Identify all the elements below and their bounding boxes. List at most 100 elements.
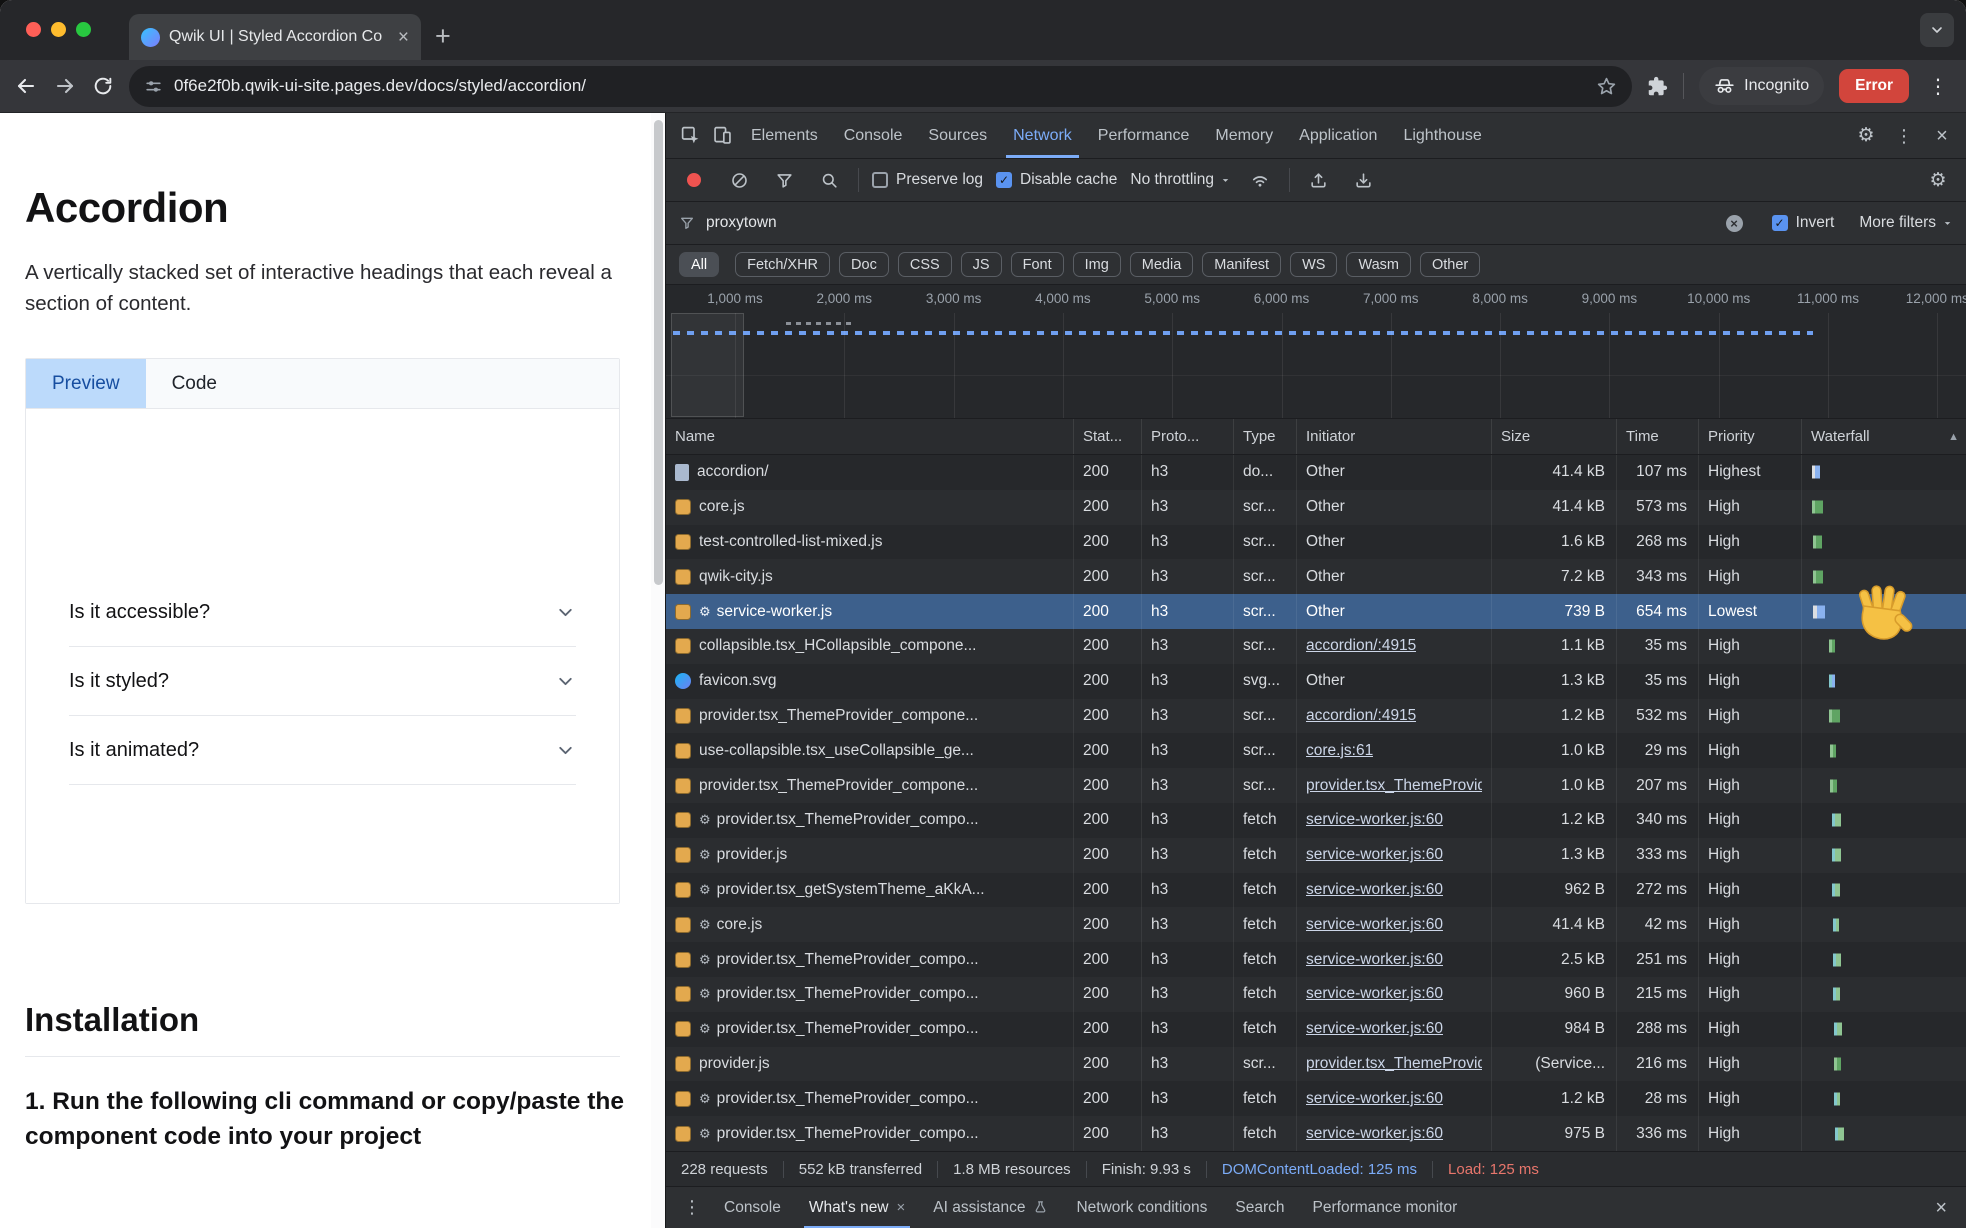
network-request-row[interactable]: ⚙provider.tsx_getSystemTheme_aKkA...200h… <box>666 873 1966 908</box>
checkbox-unchecked[interactable] <box>872 172 888 188</box>
filter-chip-ws[interactable]: WS <box>1290 252 1337 277</box>
network-request-row[interactable]: ⚙provider.tsx_ThemeProvider_compo...200h… <box>666 977 1966 1012</box>
invert-filter-checkbox[interactable]: ✓ Invert <box>1772 214 1835 232</box>
clear-network-log-icon[interactable] <box>723 164 755 196</box>
filter-chip-other[interactable]: Other <box>1420 252 1480 277</box>
filter-chip-css[interactable]: CSS <box>898 252 952 277</box>
drawer-more-kebab-icon[interactable]: ⋮ <box>674 1197 710 1218</box>
initiator-link[interactable]: service-worker.js:60 <box>1306 846 1443 864</box>
network-request-row[interactable]: provider.tsx_ThemeProvider_compone...200… <box>666 699 1966 734</box>
network-request-row[interactable]: provider.tsx_ThemeProvider_compone...200… <box>666 768 1966 803</box>
drawer-tab-close-icon[interactable]: × <box>897 1200 906 1215</box>
filter-chip-doc[interactable]: Doc <box>839 252 889 277</box>
devtools-settings-gear-icon[interactable]: ⚙ <box>1850 120 1882 152</box>
column-header-proto[interactable]: Proto... <box>1142 419 1234 454</box>
network-request-row[interactable]: ⚙provider.tsx_ThemeProvider_compo...200h… <box>666 803 1966 838</box>
network-request-row[interactable]: accordion/200h3do...Other41.4 kB107 msHi… <box>666 455 1966 490</box>
initiator-link[interactable]: provider.tsx_ThemeProvider_com... <box>1306 777 1482 795</box>
network-request-row[interactable]: core.js200h3scr...Other41.4 kB573 msHigh <box>666 490 1966 525</box>
filter-chip-manifest[interactable]: Manifest <box>1202 252 1281 277</box>
filter-chip-font[interactable]: Font <box>1011 252 1064 277</box>
reload-button[interactable] <box>92 75 114 97</box>
network-request-row[interactable]: use-collapsible.tsx_useCollapsible_ge...… <box>666 733 1966 768</box>
devtools-tab-lighthouse[interactable]: Lighthouse <box>1390 113 1494 158</box>
extensions-icon[interactable] <box>1647 76 1668 97</box>
accordion-item-trigger[interactable]: Is it animated? <box>69 716 576 785</box>
initiator-link[interactable]: service-worker.js:60 <box>1306 985 1443 1003</box>
network-request-row[interactable]: ⚙provider.tsx_ThemeProvider_compo...200h… <box>666 1116 1966 1151</box>
network-request-row[interactable]: provider.js200h3scr...provider.tsx_Theme… <box>666 1047 1966 1082</box>
network-request-row[interactable]: ⚙provider.js200h3fetchservice-worker.js:… <box>666 838 1966 873</box>
initiator-link[interactable]: accordion/:4915 <box>1306 707 1416 725</box>
bookmark-star-icon[interactable] <box>1596 76 1617 97</box>
devtools-tab-performance[interactable]: Performance <box>1085 113 1203 158</box>
timeline-selection[interactable] <box>671 313 744 417</box>
devtools-menu-kebab-icon[interactable]: ⋮ <box>1888 120 1920 152</box>
column-header-size[interactable]: Size <box>1492 419 1617 454</box>
devtools-tab-sources[interactable]: Sources <box>915 113 1000 158</box>
column-header-time[interactable]: Time <box>1617 419 1699 454</box>
filter-chip-wasm[interactable]: Wasm <box>1346 252 1411 277</box>
initiator-link[interactable]: service-worker.js:60 <box>1306 811 1443 829</box>
column-header-type[interactable]: Type <box>1234 419 1297 454</box>
initiator-link[interactable]: core.js:61 <box>1306 742 1373 760</box>
network-request-row[interactable]: qwik-city.js200h3scr...Other7.2 kB343 ms… <box>666 559 1966 594</box>
search-network-icon[interactable] <box>813 164 845 196</box>
initiator-link[interactable]: service-worker.js:60 <box>1306 1020 1443 1038</box>
devtools-tab-console[interactable]: Console <box>831 113 916 158</box>
record-network-log-button[interactable] <box>678 164 710 196</box>
initiator-link[interactable]: service-worker.js:60 <box>1306 951 1443 969</box>
network-request-row[interactable]: ⚙provider.tsx_ThemeProvider_compo...200h… <box>666 1081 1966 1116</box>
drawer-tab-what-s-new[interactable]: What's new× <box>795 1187 919 1228</box>
maximize-window-button[interactable] <box>76 22 91 37</box>
tab-code[interactable]: Code <box>146 359 243 408</box>
column-header-name[interactable]: Name <box>666 419 1074 454</box>
minimize-window-button[interactable] <box>51 22 66 37</box>
filter-chip-fetch-xhr[interactable]: Fetch/XHR <box>735 252 830 277</box>
accordion-item-trigger[interactable]: Is it accessible? <box>69 578 576 647</box>
filter-chip-media[interactable]: Media <box>1130 252 1194 277</box>
export-har-icon[interactable] <box>1348 164 1380 196</box>
import-har-icon[interactable] <box>1303 164 1335 196</box>
preserve-log-checkbox[interactable]: Preserve log <box>872 171 983 189</box>
forward-button[interactable] <box>53 74 77 98</box>
network-request-row[interactable]: collapsible.tsx_HCollapsible_compone...2… <box>666 629 1966 664</box>
scrollbar-thumb[interactable] <box>654 120 663 585</box>
drawer-tab-console[interactable]: Console <box>710 1187 795 1228</box>
column-header-initiator[interactable]: Initiator <box>1297 419 1492 454</box>
network-request-row[interactable]: ⚙provider.tsx_ThemeProvider_compo...200h… <box>666 1012 1966 1047</box>
page-scrollbar[interactable] <box>651 113 665 1228</box>
filter-chip-img[interactable]: Img <box>1073 252 1121 277</box>
drawer-tab-search[interactable]: Search <box>1221 1187 1298 1228</box>
column-header-priority[interactable]: Priority <box>1699 419 1802 454</box>
devtools-close-icon[interactable]: × <box>1926 120 1958 152</box>
initiator-link[interactable]: service-worker.js:60 <box>1306 881 1443 899</box>
network-request-row[interactable]: ⚙service-worker.js200h3scr...Other739 B6… <box>666 594 1966 629</box>
new-tab-button[interactable]: + <box>435 23 451 50</box>
initiator-link[interactable]: service-worker.js:60 <box>1306 916 1443 934</box>
network-request-row[interactable]: ⚙provider.tsx_ThemeProvider_compo...200h… <box>666 942 1966 977</box>
drawer-tab-network-conditions[interactable]: Network conditions <box>1062 1187 1221 1228</box>
devtools-tab-application[interactable]: Application <box>1286 113 1390 158</box>
drawer-close-icon[interactable]: × <box>1924 1198 1958 1218</box>
initiator-link[interactable]: service-worker.js:60 <box>1306 1125 1443 1143</box>
initiator-link[interactable]: provider.tsx_ThemeProvider_com... <box>1306 1055 1482 1073</box>
tab-search-button[interactable] <box>1920 13 1954 47</box>
filter-toggle-icon[interactable] <box>768 164 800 196</box>
checkbox-checked[interactable]: ✓ <box>996 172 1012 188</box>
network-request-row[interactable]: ⚙core.js200h3fetchservice-worker.js:6041… <box>666 907 1966 942</box>
network-request-row[interactable]: favicon.svg200h3svg...Other1.3 kB35 msHi… <box>666 664 1966 699</box>
column-header-waterfall[interactable]: Waterfall▲ <box>1802 419 1966 454</box>
back-button[interactable] <box>14 74 38 98</box>
checkbox-checked[interactable]: ✓ <box>1772 215 1788 231</box>
initiator-link[interactable]: service-worker.js:60 <box>1306 1090 1443 1108</box>
device-toolbar-icon[interactable] <box>706 120 738 152</box>
disable-cache-checkbox[interactable]: ✓ Disable cache <box>996 171 1117 189</box>
column-header-stat[interactable]: Stat... <box>1074 419 1142 454</box>
clear-filter-icon[interactable]: × <box>1726 215 1743 232</box>
filter-input[interactable]: proxytown <box>706 214 777 232</box>
network-overview-timeline[interactable]: 1,000 ms2,000 ms3,000 ms4,000 ms5,000 ms… <box>666 285 1966 419</box>
filter-chip-js[interactable]: JS <box>961 252 1002 277</box>
inspect-element-icon[interactable] <box>674 120 706 152</box>
accordion-item-trigger[interactable]: Is it styled? <box>69 647 576 716</box>
